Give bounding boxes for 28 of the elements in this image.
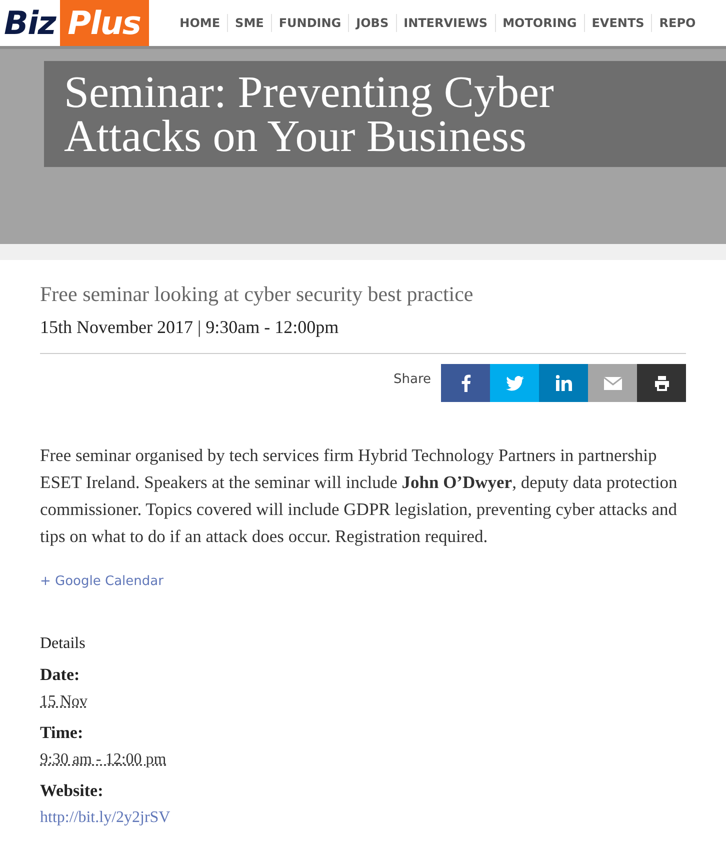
bird-icon <box>506 376 524 390</box>
envelope-icon <box>604 376 622 390</box>
event-subtitle: Free seminar looking at cyber security best practice <box>40 281 474 308</box>
google-calendar-link[interactable]: + Google Calendar <box>40 572 686 592</box>
nav-link[interactable]: JOBS <box>348 14 396 32</box>
detail-value: 15 Nov <box>40 692 88 712</box>
detail-label: Date: <box>40 664 81 686</box>
nav-link[interactable]: SME <box>227 14 271 32</box>
share-button[interactable] <box>637 364 686 402</box>
nav-link[interactable]: MOTORING <box>494 14 584 32</box>
page-title: Seminar: Preventing Cyber Attacks on Your Business <box>44 61 726 167</box>
nav-link[interactable]: FUNDING <box>270 14 348 32</box>
facebook-icon <box>460 374 470 392</box>
printer-icon <box>654 376 670 390</box>
detail-value: 9:30 am - 12:00 pm <box>40 750 166 770</box>
detail-label: Website: <box>40 780 104 802</box>
detail-label: Time: <box>40 722 84 744</box>
linkedin-icon <box>556 375 572 391</box>
nav-link[interactable]: EVENTS <box>584 14 652 32</box>
share-label: Share <box>393 371 431 389</box>
nav-link[interactable]: HOME <box>172 14 228 32</box>
share-button[interactable] <box>441 364 490 402</box>
website-link[interactable]: http://bit.ly/2y2jrSV <box>40 806 686 830</box>
event-date-time: 15th November 2017 | 9:30am - 12:00pm <box>40 314 686 354</box>
nav-link[interactable]: REPO <box>651 14 703 32</box>
event-description: Free seminar organised by tech services firm Hybrid Technology Partners in partnership ESET Ireland. Speakers at the seminar will include John O’Dwyer, deputy data protection commissioner. Topics covered will include GDPR legislation, preventing cyber attacks and tips on what to do if an attack does occur. Registration required. <box>40 444 678 548</box>
details-heading: Details <box>40 634 86 654</box>
nav-link[interactable]: INTERVIEWS <box>396 14 495 32</box>
